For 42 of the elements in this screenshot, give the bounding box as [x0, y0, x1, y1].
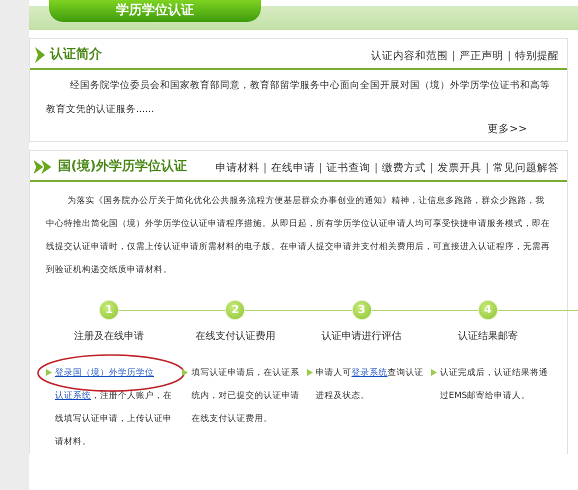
link-separator: | — [318, 161, 322, 176]
link-separator: | — [485, 161, 489, 176]
triangle-icon — [46, 368, 52, 376]
section-title: 认证简介 — [50, 46, 102, 64]
instruction-text: 申请人可登录系统查询认证进程及状态。 — [316, 366, 425, 403]
nav-link[interactable]: 常见问题解答 — [493, 161, 559, 177]
nav-link[interactable]: 发票开具 — [437, 161, 482, 177]
notice-paragraph: 为落实《国务院办公厅关于简化优化公共服务流程方便基层群众办事创业的通知》精神，让信息多跑路，群众少跑路，我中心特推出简化国（境）外学历学位认证申请程序措施。从即日起，所有学历学位认证申请人均可享受快捷申请服务模式，即在线提交认证申请时，仅需上传认证申请所需材料的电子版。在申请人提交申请并支付相关费用后，可直接进入认证程序，无需再到验证机构递交纸质申请材料。 — [46, 194, 551, 277]
nav-link[interactable]: 严正声明 — [459, 48, 504, 64]
link-separator: | — [263, 161, 267, 176]
link-separator: | — [430, 161, 434, 176]
step-label: 认证申请进行评估 — [322, 330, 402, 344]
nav-link[interactable]: 缴费方式 — [382, 161, 426, 177]
text-link[interactable]: 认证系统 — [55, 390, 91, 401]
link-separator: | — [452, 48, 456, 64]
triangle-icon — [306, 368, 313, 376]
triangle-icon — [430, 368, 437, 376]
step-number: 3 — [352, 300, 372, 320]
step-label: 在线支付认证费用 — [195, 330, 276, 344]
link-separator: | — [374, 161, 378, 176]
text-link[interactable]: 登录国（境）外学历学位 — [55, 368, 154, 378]
triangle-icon — [182, 368, 188, 376]
nav-link[interactable]: 申请材料 — [215, 161, 260, 177]
step-label: 认证结果邮寄 — [458, 330, 518, 344]
instruction-text: 登录国（境）外学历学位 认证系统，注册个人账户，在线填写认证申请，上传认证申请材料。 — [55, 366, 173, 449]
nav-link[interactable]: 证书查询 — [326, 161, 370, 177]
double-chevron-icon — [34, 160, 54, 174]
section-title: 国(境)外学历学位认证 — [58, 158, 187, 176]
step-number: 4 — [478, 300, 498, 320]
step-number: 2 — [225, 300, 246, 320]
instruction-text: 认证完成后，认证结果将通过EMS邮寄给申请人。 — [440, 366, 549, 403]
intro-paragraph: 经国务院学位委员会和国家教育部同意，教育部留学服务中心面向全国开展对国（境）外学历学位证书和高等教育文凭的认证服务...... — [46, 78, 551, 116]
step-number: 1 — [99, 300, 120, 320]
nav-link[interactable]: 认证内容和范围 — [370, 48, 448, 64]
more-link[interactable]: 更多>> — [487, 122, 527, 134]
step-label: 注册及在线申请 — [74, 330, 144, 344]
nav-link[interactable]: 特别提醒 — [515, 48, 559, 64]
chevron-icon — [34, 46, 46, 64]
nav-link[interactable]: 在线申请 — [270, 161, 315, 177]
text-link[interactable]: 登录系统 — [352, 368, 388, 378]
instruction-text: 填写认证申请后，在认证系统内，对已提交的认证申请在线支付认证费用。 — [191, 366, 300, 426]
link-separator: | — [507, 48, 511, 64]
